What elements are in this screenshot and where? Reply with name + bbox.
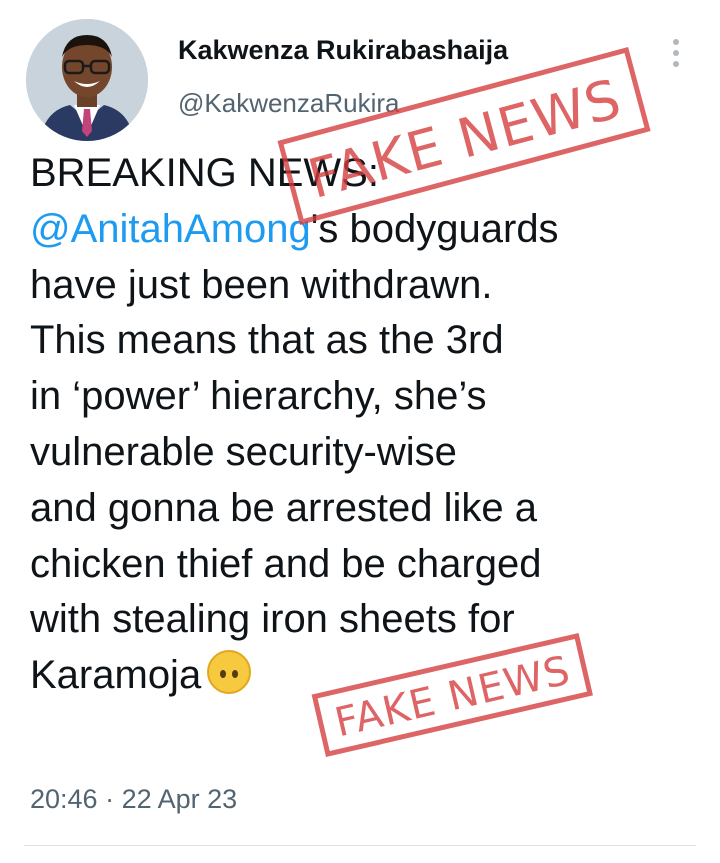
tweet-line: with stealing iron sheets for bbox=[30, 597, 515, 642]
upside-down-face-icon bbox=[207, 650, 252, 695]
tweet-line: This means that as the 3rd bbox=[30, 318, 504, 363]
tweet-line: and gonna be arrested like a bbox=[30, 485, 538, 530]
tweet-line-text: 's bodyguards bbox=[310, 206, 559, 251]
divider bbox=[24, 845, 696, 846]
tweet-line: @AnitahAmong's bodyguards bbox=[30, 202, 700, 258]
mention-link[interactable]: @AnitahAmong bbox=[30, 207, 311, 251]
tweet-line: have just been withdrawn. bbox=[30, 262, 493, 307]
tweet-text: BREAKING NEWS: @AnitahAmong's bodyguards… bbox=[30, 146, 700, 704]
more-vertical-icon[interactable] bbox=[663, 35, 689, 79]
meta-separator: · bbox=[105, 784, 115, 814]
tweet-line: vulnerable security-wise bbox=[30, 429, 457, 474]
tweet-line: in ‘power’ hierarchy, she’s bbox=[30, 374, 487, 419]
tweet-line-text: Karamoja bbox=[30, 653, 202, 698]
author-handle[interactable]: @KakwenzaRukira bbox=[178, 88, 399, 119]
tweet-date: 22 Apr 23 bbox=[121, 784, 238, 814]
tweet-line: chicken thief and be charged bbox=[30, 541, 542, 586]
author-name[interactable]: Kakwenza Rukirabashaija bbox=[178, 35, 508, 66]
profile-photo bbox=[26, 19, 148, 141]
tweet-timestamp[interactable]: 20:46 · 22 Apr 23 bbox=[30, 784, 237, 815]
tweet-time: 20:46 bbox=[30, 784, 98, 814]
avatar[interactable] bbox=[26, 19, 148, 141]
